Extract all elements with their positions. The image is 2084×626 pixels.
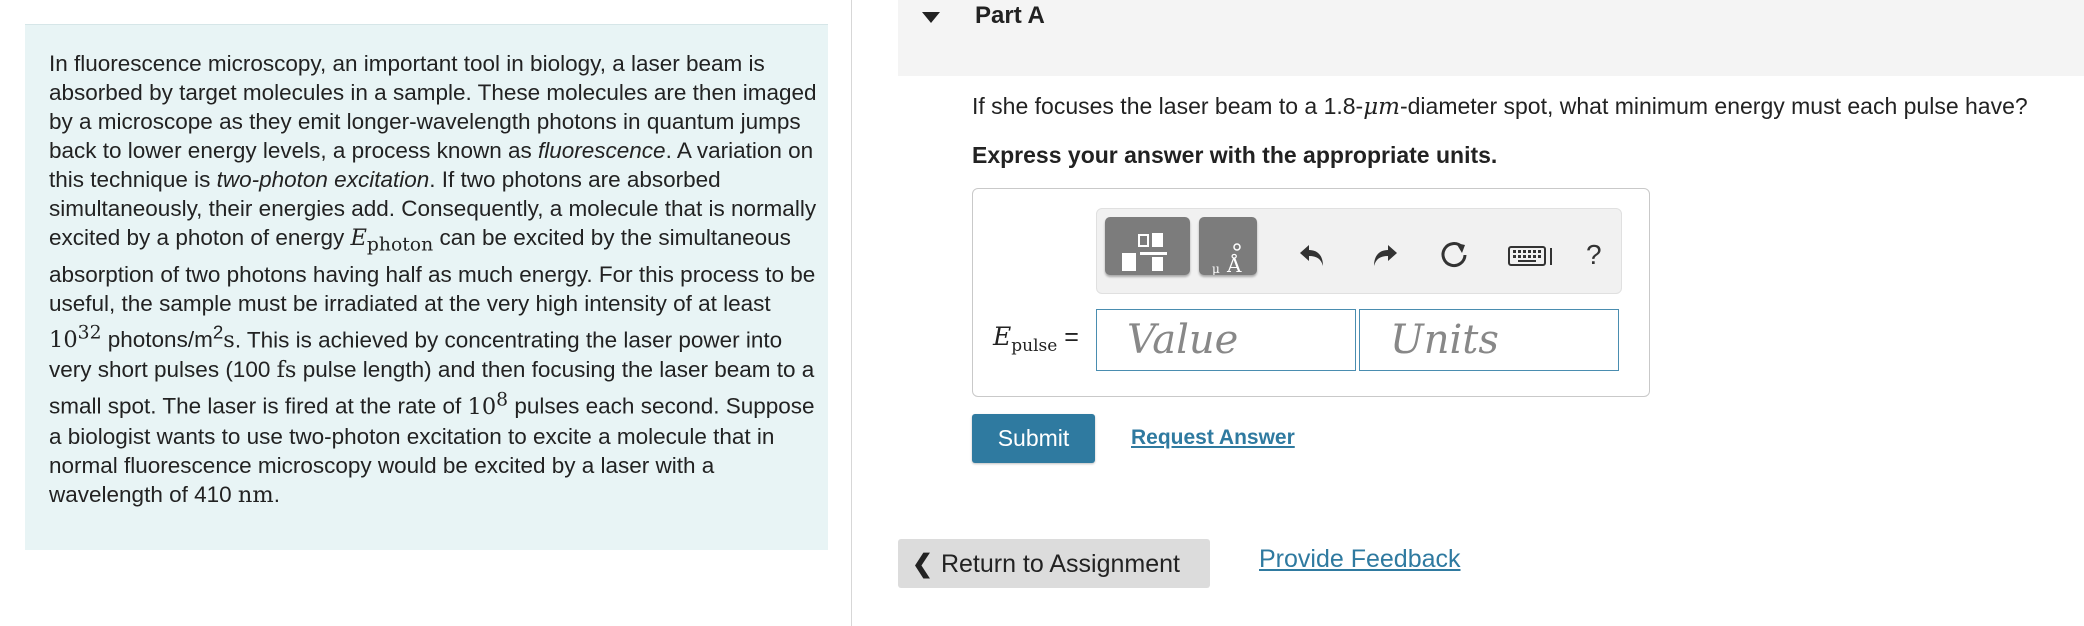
submit-button[interactable]: Submit [972,414,1095,463]
micrometer-unit: μm [1363,94,1400,120]
help-icon[interactable]: ? [1586,239,1602,271]
e-photon-symbol: Ephoton [350,225,434,256]
caret-down-icon[interactable] [922,12,940,23]
answer-box: Å μ ? Epulse = [972,188,1650,397]
problem-text: In fluorescence microscopy, an important… [49,49,819,510]
fraction-template-icon[interactable] [1105,217,1190,275]
part-header[interactable]: Part A [898,0,2084,76]
part-title: Part A [975,2,1045,29]
svg-text:Å: Å [1226,252,1242,275]
problem-text-part: . [273,481,280,507]
provide-feedback-link[interactable]: Provide Feedback [1259,545,1461,574]
units-input[interactable] [1359,309,1619,371]
intensity-value: 1032 [49,322,102,354]
units-angstrom-icon[interactable]: Å μ [1199,217,1257,277]
return-label: Return to Assignment [940,549,1180,578]
question-text: If she focuses the laser beam to a 1.8-μ… [972,93,2028,120]
svg-text:μ: μ [1212,262,1220,275]
request-answer-link[interactable]: Request Answer [1131,426,1295,450]
math-toolbar: Å μ ? [1096,208,1622,294]
return-to-assignment-button[interactable]: ❮ Return to Assignment [898,539,1210,588]
term-fluorescence: fluorescence [538,138,666,163]
instruction-text: Express your answer with the appropriate… [972,142,1498,168]
fs-unit: fs [276,357,297,383]
answer-label: Epulse = [993,322,1079,356]
panel-divider [851,0,852,626]
chevron-left-icon: ❮ [912,549,933,578]
value-input[interactable] [1096,309,1356,371]
nm-unit: nm [237,481,274,508]
term-two-photon: two-photon excitation [216,167,430,192]
rate-value: 108 [467,389,509,420]
reset-icon[interactable] [1438,239,1470,271]
intensity-unit: photons/m2s [101,321,235,354]
keyboard-icon[interactable] [1507,239,1557,271]
redo-icon[interactable] [1368,239,1400,271]
problem-panel: In fluorescence microscopy, an important… [25,24,828,550]
undo-icon[interactable] [1297,239,1329,271]
